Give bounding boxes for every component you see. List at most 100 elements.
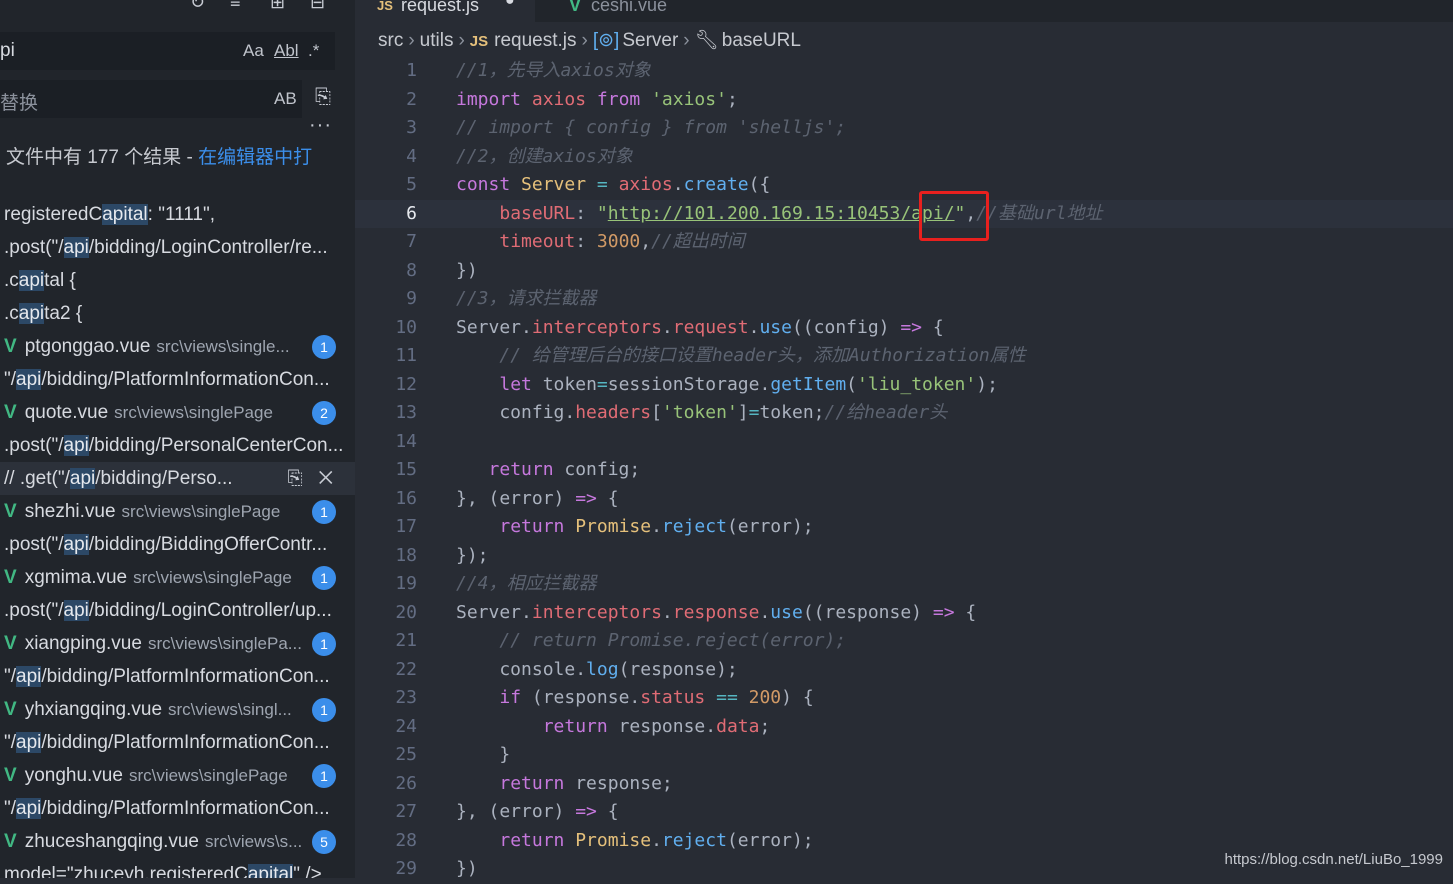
- code-token: response.: [618, 715, 717, 737]
- replace-input[interactable]: 替换 AB: [0, 80, 302, 118]
- code-line[interactable]: 5 const Server = axios.create({: [355, 171, 1453, 200]
- vue-file-icon: V: [4, 699, 17, 720]
- breadcrumb-item[interactable]: baseURL: [722, 30, 801, 51]
- result-file[interactable]: Vxgmima.vue src\views\singlePage 1: [0, 561, 355, 594]
- tab-modified-dot-icon[interactable]: ●: [505, 0, 515, 10]
- preserve-case-icon[interactable]: AB: [274, 89, 297, 109]
- line-source: //4，相应拦截器: [456, 570, 597, 599]
- match-highlight: api: [16, 798, 42, 819]
- breadcrumb-item[interactable]: utils: [420, 30, 454, 51]
- result-file[interactable]: Vxiangping.vue src\views\singlePa... 1: [0, 627, 355, 660]
- line-number: 4: [406, 145, 417, 167]
- match-case-icon[interactable]: Aa: [243, 41, 264, 61]
- code-line[interactable]: 4 //2，创建axios对象: [355, 143, 1453, 172]
- code-token: return: [499, 829, 576, 851]
- match-highlight: apital: [247, 864, 294, 878]
- code-line[interactable]: 6 baseURL: "http://101.200.169.15:10453/…: [355, 199, 1453, 228]
- code-area[interactable]: 1 //1，先导入axios对象 2 import axios from 'axios…: [355, 57, 1453, 884]
- code-token: interceptors: [531, 601, 662, 623]
- regex-icon[interactable]: .*: [308, 41, 319, 61]
- refresh-icon[interactable]: ↻: [190, 0, 205, 13]
- result-line[interactable]: model="zhuceyh.registeredCapital" />: [0, 858, 355, 878]
- line-number: 5: [406, 174, 417, 195]
- search-toolbar: ↻ ≡ ⊞ ⊟: [190, 0, 340, 13]
- code-line[interactable]: 16}, (error) => {: [355, 485, 1453, 514]
- result-file-path: src\views\singlePage: [114, 403, 273, 422]
- line-source: Server.interceptors.response.use((respon…: [456, 599, 976, 628]
- search-query: pi: [0, 40, 15, 61]
- code-line[interactable]: 9 //3，请求拦截器: [355, 285, 1453, 314]
- result-file-name: zhuceshangqing.vue: [24, 831, 199, 852]
- code-line[interactable]: 23 if (response.status == 200) {: [355, 684, 1453, 713]
- new-search-editor-icon[interactable]: ⊞: [270, 0, 285, 13]
- result-line[interactable]: "/api/bidding/PlatformInformationCon...: [0, 363, 355, 396]
- code-line[interactable]: 12 let token=sessionStorage.getItem('liu…: [355, 371, 1453, 400]
- code-line[interactable]: 11 // 给管理后台的接口设置header头，添加Authorization属…: [355, 342, 1453, 371]
- tab-ceshi-vue[interactable]: V ceshi.vue: [537, 0, 712, 22]
- breadcrumb-item[interactable]: src: [378, 30, 403, 51]
- result-file[interactable]: Vquote.vue src\views\singlePage 2: [0, 396, 355, 429]
- code-line[interactable]: 15 return config;: [355, 456, 1453, 485]
- more-options-icon[interactable]: ···: [309, 114, 332, 137]
- result-count-badge: 5: [312, 830, 336, 854]
- result-file[interactable]: Vyhxiangqing.vue src\views\singl... 1: [0, 693, 355, 726]
- collapse-all-icon[interactable]: ⊟: [310, 0, 325, 13]
- line-source: let token=sessionStorage.getItem('liu_to…: [456, 371, 998, 400]
- result-file[interactable]: Vshezhi.vue src\views\singlePage 1: [0, 495, 355, 528]
- chevron-right-icon: ›: [408, 30, 415, 51]
- result-text: registeredCapital: "1111",: [4, 204, 216, 225]
- result-file[interactable]: Vzhuceshangqing.vue src\views\s... 5: [0, 825, 355, 858]
- result-summary: 文件中有 177 个结果 - 在编辑器中打: [6, 147, 313, 168]
- result-line[interactable]: "/api/bidding/PlatformInformationCon...: [0, 726, 355, 759]
- code-line[interactable]: 3 // import { config } from 'shelljs';: [355, 114, 1453, 143]
- result-line[interactable]: .capital {: [0, 264, 355, 297]
- code-line[interactable]: 10 Server.interceptors.request.use((confi…: [355, 314, 1453, 343]
- replace-icon[interactable]: ⎘: [287, 468, 302, 489]
- code-token: =>: [575, 801, 608, 822]
- result-line[interactable]: registeredCapital: "1111",: [0, 198, 355, 231]
- result-line[interactable]: .post("/api/bidding/BiddingOfferContr...: [0, 528, 355, 561]
- result-text: .capita2 {: [4, 303, 83, 324]
- code-line[interactable]: 26 return response;: [355, 770, 1453, 799]
- search-input[interactable]: pi Aa Abl .*: [0, 32, 335, 70]
- code-line[interactable]: 24 return response.data;: [355, 713, 1453, 742]
- code-line[interactable]: 7 timeout: 3000,//超出时间: [355, 228, 1453, 257]
- result-line[interactable]: "/api/bidding/PlatformInformationCon...: [0, 792, 355, 825]
- code-line[interactable]: 14: [355, 428, 1453, 457]
- result-file[interactable]: Vptgonggao.vue src\views\single... 1: [0, 330, 355, 363]
- code-line[interactable]: 13 config.headers['token']=token;//给head…: [355, 399, 1453, 428]
- tab-request-js[interactable]: JS request.js ●: [355, 0, 535, 22]
- dismiss-icon[interactable]: ✕: [319, 468, 333, 489]
- code-token: const: [456, 174, 522, 195]
- clear-results-icon[interactable]: ≡: [230, 0, 241, 13]
- code-line[interactable]: 2 import axios from 'axios';: [355, 86, 1453, 115]
- code-line[interactable]: 20 Server.interceptors.response.use((resp…: [355, 599, 1453, 628]
- result-line[interactable]: .post("/api/bidding/PersonalCenterCon...: [0, 429, 355, 462]
- code-line[interactable]: 21 // return Promise.reject(error);: [355, 627, 1453, 656]
- replace-all-icon[interactable]: ⎘: [315, 86, 331, 109]
- code-line[interactable]: 27}, (error) => {: [355, 798, 1453, 827]
- code-line[interactable]: 1 //1，先导入axios对象: [355, 57, 1453, 86]
- code-line[interactable]: 22 console.log(response);: [355, 656, 1453, 685]
- result-file[interactable]: Vyonghu.vue src\views\singlePage 1: [0, 759, 355, 792]
- result-line[interactable]: // .get("/api/bidding/Perso... ⎘ ✕: [0, 462, 355, 495]
- code-token: .: [748, 316, 760, 338]
- open-in-editor-link[interactable]: 在编辑器中打: [198, 147, 312, 168]
- line-source: }): [456, 855, 478, 884]
- breadcrumb-item[interactable]: request.js: [494, 30, 576, 51]
- result-line[interactable]: .post("/api/bidding/LoginController/up..…: [0, 594, 355, 627]
- result-line[interactable]: "/api/bidding/PlatformInformationCon...: [0, 660, 355, 693]
- code-line[interactable]: 25 }: [355, 741, 1453, 770]
- line-number: 23: [395, 687, 417, 708]
- line-number: 7: [406, 231, 417, 252]
- breadcrumb-item[interactable]: Server: [622, 30, 678, 51]
- result-line[interactable]: .capita2 {: [0, 297, 355, 330]
- match-whole-word-icon[interactable]: Abl: [274, 41, 299, 61]
- code-line[interactable]: 18});: [355, 542, 1453, 571]
- code-token: {: [965, 601, 977, 623]
- code-line[interactable]: 19 //4，相应拦截器: [355, 570, 1453, 599]
- code-line[interactable]: 8}): [355, 257, 1453, 286]
- code-line[interactable]: 17 return Promise.reject(error);: [355, 513, 1453, 542]
- result-line[interactable]: .post("/api/bidding/LoginController/re..…: [0, 231, 355, 264]
